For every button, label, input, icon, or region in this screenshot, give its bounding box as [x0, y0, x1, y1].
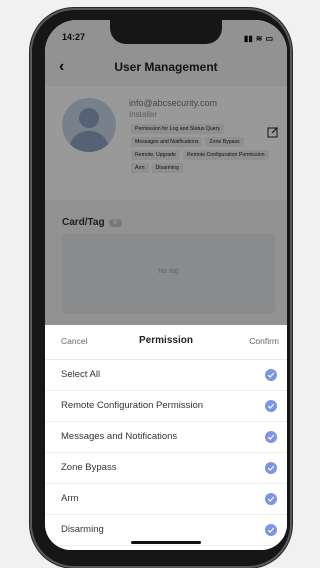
option-label: Zone Bypass [61, 462, 117, 473]
permission-option-zone-bypass[interactable]: Zone Bypass [45, 453, 287, 484]
option-label: Messages and Notifications [61, 431, 178, 442]
permission-option-select-all[interactable]: Select All [45, 360, 287, 391]
permission-sheet: Cancel Permission Confirm Select All Rem… [45, 325, 287, 550]
sheet-header: Cancel Permission Confirm [45, 325, 287, 360]
permission-option-remote-configuration[interactable]: Remote Configuration Permission [45, 391, 287, 422]
checkmark-icon[interactable] [265, 400, 277, 412]
checkmark-icon[interactable] [265, 431, 277, 443]
checkmark-icon[interactable] [265, 369, 277, 381]
option-label: Arm [61, 493, 79, 504]
screen: 14:27 ▮▮ ≋ ▭ ‹ User Management info@abcs… [45, 20, 287, 550]
home-indicator [131, 541, 201, 544]
checkmark-icon[interactable] [265, 462, 277, 474]
permission-option-arm[interactable]: Arm [45, 484, 287, 515]
permission-option-messages-notifications[interactable]: Messages and Notifications [45, 422, 287, 453]
option-label: Select All [61, 369, 101, 380]
option-label: Remote Configuration Permission [61, 400, 204, 411]
checkmark-icon[interactable] [265, 524, 277, 536]
option-label: Disarming [61, 524, 104, 535]
notch [110, 20, 222, 44]
confirm-button[interactable]: Confirm [249, 336, 279, 346]
checkmark-icon[interactable] [265, 493, 277, 505]
